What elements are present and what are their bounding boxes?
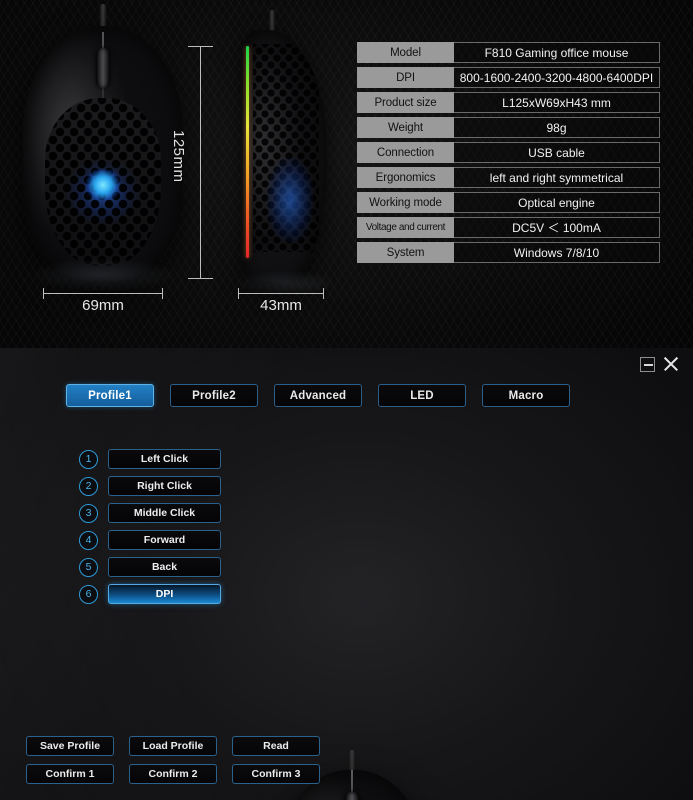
assignment-button-dpi[interactable]: DPI — [108, 584, 221, 604]
spec-label: Working mode — [357, 192, 454, 213]
assignment-row: 6 DPI — [79, 584, 221, 604]
spec-row: Working mode Optical engine — [357, 192, 660, 213]
close-icon[interactable] — [663, 356, 679, 372]
spec-row: DPI 800-1600-2400-3200-4800-6400DPI — [357, 67, 660, 88]
preview-scroll-wheel-icon — [344, 792, 360, 800]
confirm-2-button[interactable]: Confirm 2 — [129, 764, 217, 784]
height-dimension-label: 125mm — [170, 130, 187, 183]
load-profile-button[interactable]: Load Profile — [129, 736, 217, 756]
tab-led[interactable]: LED — [378, 384, 466, 407]
button-row: Save Profile Load Profile Read — [26, 736, 320, 756]
spec-label: System — [357, 242, 454, 263]
spec-value: 800-1600-2400-3200-4800-6400DPI — [454, 67, 660, 88]
assignment-button-forward[interactable]: Forward — [108, 530, 221, 550]
assignment-row: 4 Forward — [79, 530, 221, 550]
tab-macro[interactable]: Macro — [482, 384, 570, 407]
tab-profile2[interactable]: Profile2 — [170, 384, 258, 407]
tab-profile1[interactable]: Profile1 — [66, 384, 154, 407]
assignment-row: 5 Back — [79, 557, 221, 577]
spec-row: System Windows 7/8/10 — [357, 242, 660, 263]
product-showcase-section: 125mm 69mm 43mm Model F810 Gaming office … — [0, 0, 693, 348]
confirm-3-button[interactable]: Confirm 3 — [232, 764, 320, 784]
spec-value: USB cable — [454, 142, 660, 163]
height-dimension-cap-bottom — [188, 278, 213, 279]
spec-row: Model F810 Gaming office mouse — [357, 42, 660, 63]
height-dimension-line — [200, 46, 201, 278]
scroll-wheel-icon — [96, 48, 110, 88]
assignment-row: 2 Right Click — [79, 476, 221, 496]
depth-dimension-label: 43mm — [260, 297, 302, 314]
spec-label: Ergonomics — [357, 167, 454, 188]
button-number-badge: 6 — [79, 584, 98, 604]
save-profile-button[interactable]: Save Profile — [26, 736, 114, 756]
confirm-1-button[interactable]: Confirm 1 — [26, 764, 114, 784]
spec-value: L125xW69xH43 mm — [454, 92, 660, 113]
spec-value: left and right symmetrical — [454, 167, 660, 188]
mouse-side-body — [243, 30, 327, 282]
depth-dimension-line — [238, 293, 324, 294]
spec-row: Connection USB cable — [357, 142, 660, 163]
spec-label: Product size — [357, 92, 454, 113]
spec-label: Model — [357, 42, 454, 63]
spec-row: Product size L125xW69xH43 mm — [357, 92, 660, 113]
button-assignment-list: 1 Left Click 2 Right Click 3 Middle Click 4 For… — [79, 449, 221, 611]
spec-row: Voltage and current DC5V ＜ 100mA — [357, 217, 660, 238]
mouse-side-rgb-glow — [267, 158, 313, 242]
mouse-side-view-image — [235, 10, 335, 296]
button-number-badge: 1 — [79, 449, 98, 469]
assignment-row: 1 Left Click — [79, 449, 221, 469]
assignment-button-back[interactable]: Back — [108, 557, 221, 577]
read-button[interactable]: Read — [232, 736, 320, 756]
button-number-badge: 4 — [79, 530, 98, 550]
spec-value: Windows 7/8/10 — [454, 242, 660, 263]
mouse-shadow — [29, 258, 177, 292]
tab-advanced[interactable]: Advanced — [274, 384, 362, 407]
rgb-logo-glow — [86, 170, 120, 201]
window-controls — [640, 356, 679, 372]
page-root: 125mm 69mm 43mm Model F810 Gaming office … — [0, 0, 693, 800]
spec-label: Voltage and current — [357, 217, 454, 238]
spec-label: DPI — [357, 67, 454, 88]
button-number-badge: 3 — [79, 503, 98, 523]
spec-value: 98g — [454, 117, 660, 138]
spec-value: Optical engine — [454, 192, 660, 213]
spec-row: Weight 98g — [357, 117, 660, 138]
height-dimension-cap-top — [188, 46, 213, 47]
spec-label: Weight — [357, 117, 454, 138]
honeycomb-shell — [45, 98, 161, 266]
spec-value: F810 Gaming office mouse — [454, 42, 660, 63]
button-number-badge: 2 — [79, 476, 98, 496]
button-number-badge: 5 — [79, 557, 98, 577]
width-dimension-label: 69mm — [82, 297, 124, 314]
spec-value: DC5V ＜ 100mA — [454, 217, 660, 238]
assignment-button-left-click[interactable]: Left Click — [108, 449, 221, 469]
bottom-action-buttons: Save Profile Load Profile Read Confirm 1 Con… — [26, 736, 320, 792]
specification-table: Model F810 Gaming office mouse DPI 800-1600… — [357, 42, 660, 267]
rgb-light-strip — [246, 46, 249, 258]
assignment-row: 3 Middle Click — [79, 503, 221, 523]
width-dimension-line — [43, 293, 163, 294]
spec-row: Ergonomics left and right symmetrical — [357, 167, 660, 188]
minimize-icon[interactable] — [640, 356, 655, 372]
assignment-button-middle-click[interactable]: Middle Click — [108, 503, 221, 523]
button-row: Confirm 1 Confirm 2 Confirm 3 — [26, 764, 320, 784]
mouse-top-view-image — [23, 4, 183, 292]
spec-label: Connection — [357, 142, 454, 163]
assignment-button-right-click[interactable]: Right Click — [108, 476, 221, 496]
tab-bar: Profile1 Profile2 Advanced LED Macro — [66, 384, 570, 407]
